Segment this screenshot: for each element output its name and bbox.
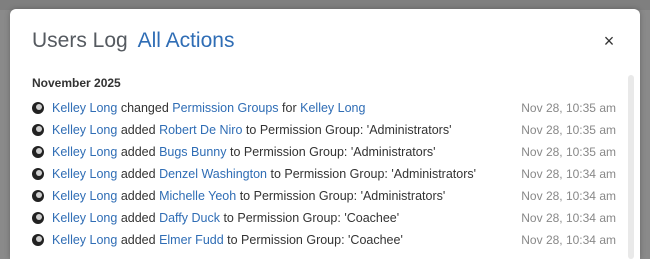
action-verb: changed xyxy=(120,101,169,115)
action-verb: added xyxy=(120,211,156,225)
action-suffix: to Permission Group: 'Administrators' xyxy=(270,167,477,181)
log-entry: Kelley Long changed Permission Groups fo… xyxy=(32,97,616,119)
activity-log-list: November 2025 Kelley Long changed Permis… xyxy=(32,75,616,259)
user-avatar-icon xyxy=(32,102,44,114)
log-entry: Kelley Long added Robert De Niro to Perm… xyxy=(32,119,616,141)
actor-link[interactable]: Kelley Long xyxy=(52,101,117,115)
actor-link[interactable]: Kelley Long xyxy=(52,189,117,203)
log-entry-text: Kelley Long added Michelle Yeoh to Permi… xyxy=(52,185,445,207)
object-link[interactable]: Bugs Bunny xyxy=(159,145,226,159)
action-verb: added xyxy=(120,167,156,181)
log-entry: Kelley Long added Bugs Bunny to Permissi… xyxy=(32,141,616,163)
actor-link[interactable]: Kelley Long xyxy=(52,123,117,137)
action-suffix: to Permission Group: 'Coachee' xyxy=(223,211,400,225)
actor-link[interactable]: Kelley Long xyxy=(52,145,117,159)
log-entry-timestamp: Nov 28, 10:34 am xyxy=(521,189,616,203)
user-avatar-icon xyxy=(32,124,44,136)
actor-link[interactable]: Kelley Long xyxy=(52,233,117,247)
log-entry-timestamp: Nov 28, 10:35 am xyxy=(521,123,616,137)
log-entry-text: Kelley Long added Elmer Fudd to Permissi… xyxy=(52,229,403,251)
log-entry-timestamp: Nov 28, 10:34 am xyxy=(521,167,616,181)
object-link[interactable]: Permission Groups xyxy=(172,101,278,115)
target-link[interactable]: Kelley Long xyxy=(300,101,365,115)
user-avatar-icon xyxy=(32,168,44,180)
modal-title-prefix: Users Log xyxy=(32,29,128,52)
action-suffix: to Permission Group: 'Administrators' xyxy=(239,189,446,203)
users-log-modal: Users Log All Actions × November 2025 Ke… xyxy=(10,9,640,259)
log-entry-text: Kelley Long added Daffy Duck to Permissi… xyxy=(52,207,399,229)
user-avatar-icon xyxy=(32,190,44,202)
user-avatar-icon xyxy=(32,234,44,246)
action-suffix: to Permission Group: 'Administrators' xyxy=(245,123,452,137)
log-entry-text: Kelley Long added Robert De Niro to Perm… xyxy=(52,119,451,141)
close-icon[interactable]: × xyxy=(598,30,620,52)
user-avatar-icon xyxy=(32,212,44,224)
action-suffix: to Permission Group: 'Administrators' xyxy=(229,145,436,159)
log-entry: Kelley Long added Michelle Yeoh to Permi… xyxy=(32,185,616,207)
action-verb: added xyxy=(120,123,156,137)
log-entry: Kelley Long added Elmer Fudd to Permissi… xyxy=(32,229,616,251)
action-suffix: to Permission Group: 'Coachee' xyxy=(227,233,403,247)
log-entry-text: Kelley Long changed Permission Groups fo… xyxy=(52,97,365,119)
action-verb: added xyxy=(120,233,156,247)
action-verb: added xyxy=(120,145,156,159)
log-scrollbar[interactable] xyxy=(628,75,634,259)
user-avatar-icon xyxy=(32,146,44,158)
log-entry-timestamp: Nov 28, 10:34 am xyxy=(521,233,616,247)
object-link[interactable]: Robert De Niro xyxy=(159,123,242,137)
object-link[interactable]: Denzel Washington xyxy=(159,167,267,181)
log-entry-timestamp: Nov 28, 10:35 am xyxy=(521,101,616,115)
modal-title-filter[interactable]: All Actions xyxy=(138,29,235,52)
object-link[interactable]: Daffy Duck xyxy=(159,211,220,225)
log-entry-timestamp: Nov 28, 10:35 am xyxy=(521,145,616,159)
action-suffix: for xyxy=(282,101,297,115)
month-heading: November 2025 xyxy=(32,76,121,90)
object-link[interactable]: Elmer Fudd xyxy=(159,233,224,247)
log-entry: Kelley Long added Denzel Washington to P… xyxy=(32,163,616,185)
object-link[interactable]: Michelle Yeoh xyxy=(159,189,236,203)
log-entry: Kelley Long added Daffy Duck to Permissi… xyxy=(32,207,616,229)
log-entry-text: Kelley Long added Bugs Bunny to Permissi… xyxy=(52,141,436,163)
action-verb: added xyxy=(120,189,156,203)
actor-link[interactable]: Kelley Long xyxy=(52,211,117,225)
log-entry-timestamp: Nov 28, 10:34 am xyxy=(521,211,616,225)
actor-link[interactable]: Kelley Long xyxy=(52,167,117,181)
modal-title: Users Log All Actions xyxy=(32,26,234,56)
log-entry-text: Kelley Long added Denzel Washington to P… xyxy=(52,163,476,185)
